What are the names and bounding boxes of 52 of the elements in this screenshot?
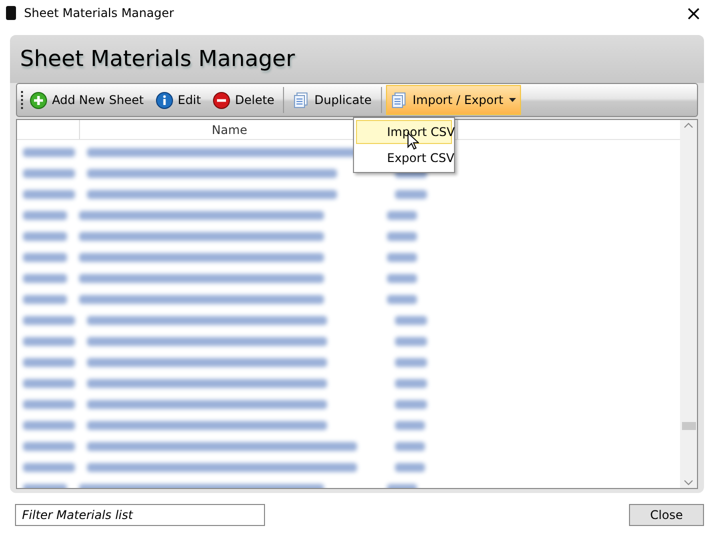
blurred-text: [23, 169, 75, 178]
blurred-text: [23, 232, 67, 241]
blurred-text: [23, 190, 75, 199]
blurred-text: [23, 421, 75, 430]
window-title: Sheet Materials Manager: [24, 5, 174, 22]
blurred-text: [387, 253, 417, 262]
close-button[interactable]: ×: [679, 3, 708, 23]
blurred-text: [23, 400, 75, 409]
blurred-text: [23, 295, 67, 304]
blurred-text: [23, 211, 67, 220]
blurred-text: [23, 274, 67, 283]
blurred-text: [23, 463, 75, 472]
close-button[interactable]: Close: [629, 504, 704, 526]
caret-icon: [509, 98, 516, 102]
app-icon: [6, 6, 16, 20]
blurred-text: [23, 316, 75, 325]
blurred-text: [387, 295, 417, 304]
blurred-text: [395, 463, 425, 472]
blurred-text: [395, 358, 427, 367]
document-icon: [390, 92, 407, 108]
menu-item[interactable]: Export CSV: [356, 146, 452, 170]
blurred-text: [395, 379, 427, 388]
blurred-text: [23, 358, 75, 367]
blurred-text: [395, 442, 425, 451]
toolbar-button[interactable]: Edit: [150, 88, 206, 112]
blurred-text: [387, 211, 417, 220]
blurred-text: [23, 442, 75, 451]
scrollbar[interactable]: [680, 120, 697, 488]
scroll-thumb[interactable]: [682, 422, 696, 430]
blurred-text: [395, 190, 427, 199]
blurred-text: [23, 337, 75, 346]
blurred-text: [387, 232, 417, 241]
blurred-text: [23, 253, 67, 262]
blurred-text: [23, 148, 75, 157]
info-icon: [156, 92, 173, 108]
blurred-text: [395, 316, 427, 325]
add-icon: [30, 92, 47, 108]
blurred-text: [395, 421, 425, 430]
blurred-text: [23, 379, 75, 388]
filter-field[interactable]: Filter Materials list: [15, 504, 265, 526]
scroll-up-icon: [684, 122, 693, 128]
blurred-text: [395, 337, 427, 346]
blurred-text: [395, 400, 427, 409]
toolbar-button[interactable]: Add New Sheet: [25, 88, 149, 112]
dropdown-button[interactable]: Import / Export: [386, 85, 522, 115]
toolbar-button[interactable]: Delete: [208, 88, 280, 112]
document-icon: [293, 92, 310, 108]
toolbar-button[interactable]: Duplicate: [288, 88, 377, 112]
scroll-down-icon: [684, 480, 693, 486]
blurred-text: [387, 274, 417, 283]
page-heading: Sheet Materials Manager: [10, 35, 704, 83]
delete-icon: [212, 92, 230, 108]
